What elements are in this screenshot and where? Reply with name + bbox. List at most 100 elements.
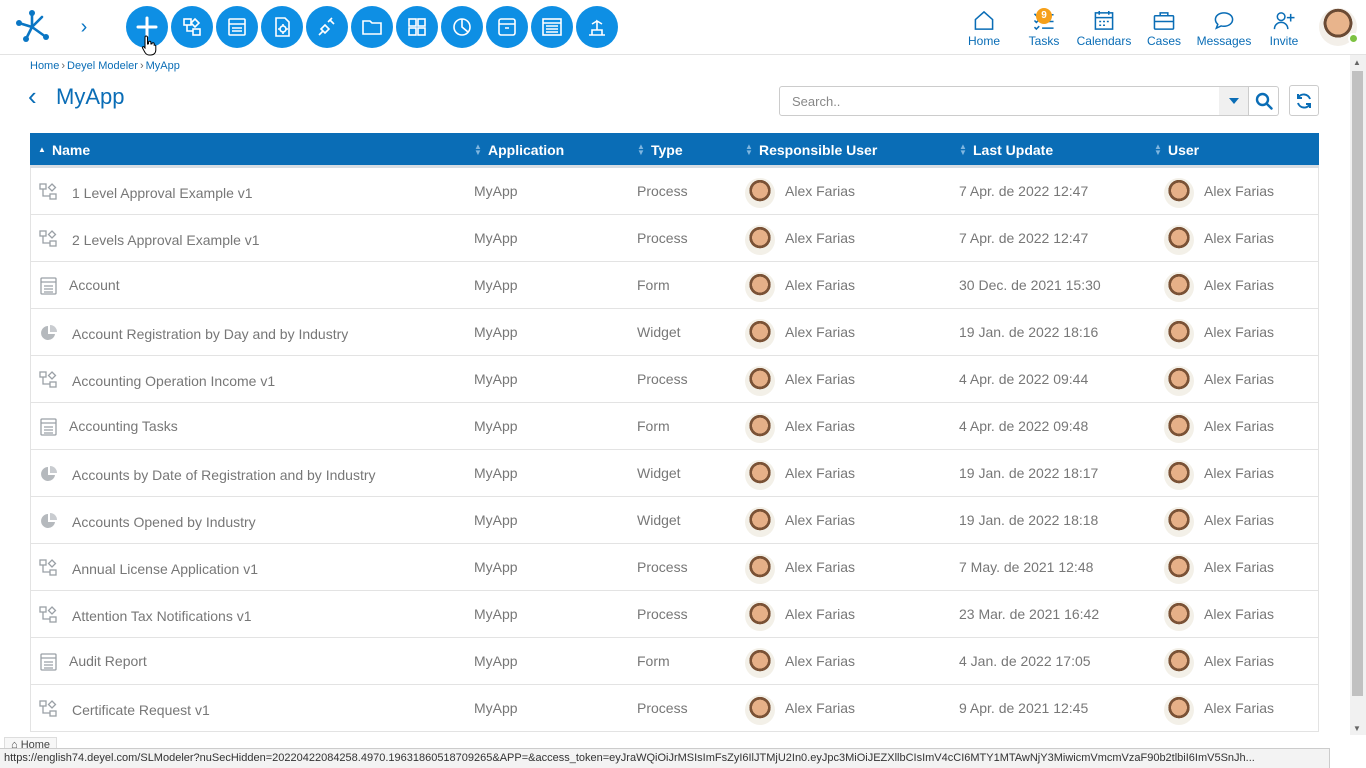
table-row[interactable]: Accounts Opened by Industry MyApp Widget Al… xyxy=(30,497,1319,544)
responsible-user-avatar xyxy=(745,225,775,255)
nav-home[interactable]: Home xyxy=(954,8,1014,48)
nav-calendars[interactable]: Calendars xyxy=(1074,8,1134,48)
breadcrumb-separator: › xyxy=(139,60,144,72)
row-name[interactable]: Attention Tax Notifications v1 xyxy=(72,608,252,624)
message-bubble-icon xyxy=(1214,12,1234,30)
new-dashboard-button[interactable] xyxy=(396,6,438,48)
breadcrumb-myapp[interactable]: MyApp xyxy=(146,60,180,72)
row-user: Alex Farias xyxy=(1204,230,1275,246)
row-user: Alex Farias xyxy=(1204,559,1275,575)
row-name[interactable]: Accounting Operation Income v1 xyxy=(72,373,275,389)
sort-icon: ▲ ▼ xyxy=(745,142,753,157)
table-row[interactable]: Accounts by Date of Registration and by … xyxy=(30,450,1319,497)
new-folder-button[interactable] xyxy=(351,6,393,48)
new-widget-button[interactable] xyxy=(441,6,483,48)
row-last-update: 7 Apr. de 2022 12:47 xyxy=(959,230,1089,246)
nav-invite[interactable]: Invite xyxy=(1254,8,1314,48)
column-header-responsible-user[interactable]: ▲ ▼ Responsible User xyxy=(745,142,877,158)
row-user: Alex Farias xyxy=(1204,277,1275,293)
process-icon xyxy=(39,230,59,248)
vertical-scrollbar[interactable]: ▲ ▼ xyxy=(1350,55,1366,735)
scroll-down-arrow-icon[interactable]: ▼ xyxy=(1353,724,1361,733)
form-icon xyxy=(39,653,59,671)
table-row[interactable]: Account MyApp Form Alex Farias 30 Dec. de 20… xyxy=(30,262,1319,309)
table-row[interactable]: Attention Tax Notifications v1 MyApp Proce… xyxy=(30,591,1319,638)
refresh-button[interactable] xyxy=(1289,85,1319,116)
breadcrumb-deyel-modeler[interactable]: Deyel Modeler xyxy=(67,60,138,72)
column-user-label: User xyxy=(1168,142,1200,158)
process-icon xyxy=(39,371,59,389)
table-row[interactable]: Accounting Operation Income v1 MyApp Proce… xyxy=(30,356,1319,403)
table-row[interactable]: 2 Levels Approval Example v1 MyApp Process… xyxy=(30,215,1319,262)
new-report-button[interactable] xyxy=(531,6,573,48)
search-icon xyxy=(1255,92,1273,110)
row-last-update: 4 Apr. de 2022 09:48 xyxy=(959,418,1089,434)
nav-cases[interactable]: Cases xyxy=(1134,8,1194,48)
column-header-type[interactable]: ▲ ▼ Type xyxy=(637,142,683,158)
row-last-update: 30 Dec. de 2021 15:30 xyxy=(959,277,1101,293)
nav-tasks[interactable]: 9 Tasks xyxy=(1014,8,1074,48)
row-name[interactable]: Accounts Opened by Industry xyxy=(72,514,256,530)
row-user: Alex Farias xyxy=(1204,324,1275,340)
row-last-update: 19 Jan. de 2022 18:18 xyxy=(959,512,1099,528)
row-name[interactable]: 1 Level Approval Example v1 xyxy=(72,185,253,201)
online-status-indicator xyxy=(1348,33,1359,44)
search-button[interactable] xyxy=(1249,86,1279,116)
deyel-logo-icon[interactable] xyxy=(14,9,50,45)
user-avatar xyxy=(1164,366,1194,396)
row-last-update: 19 Jan. de 2022 18:17 xyxy=(959,465,1099,481)
breadcrumb-home[interactable]: Home xyxy=(30,60,59,72)
caret-down-icon xyxy=(1228,98,1239,104)
back-chevron-icon[interactable]: ‹ xyxy=(28,83,37,109)
row-application: MyApp xyxy=(474,653,518,669)
row-name[interactable]: Account xyxy=(69,277,120,293)
row-name[interactable]: Annual License Application v1 xyxy=(72,561,258,577)
scrollbar-thumb[interactable] xyxy=(1352,71,1363,696)
table-row[interactable]: Annual License Application v1 MyApp Proces… xyxy=(30,544,1319,591)
nav-messages[interactable]: Messages xyxy=(1194,8,1254,48)
table-row[interactable]: 1 Level Approval Example v1 MyApp Process A… xyxy=(30,168,1319,215)
scroll-up-arrow-icon[interactable]: ▲ xyxy=(1353,58,1361,67)
row-name[interactable]: Accounting Tasks xyxy=(69,418,178,434)
new-form-button[interactable] xyxy=(216,6,258,48)
status-bar-url: https://english74.deyel.com/SLModeler?nu… xyxy=(0,748,1330,768)
table-row[interactable]: Audit Report MyApp Form Alex Farias 4 Jan. d… xyxy=(30,638,1319,685)
column-header-last-update[interactable]: ▲ ▼ Last Update xyxy=(959,142,1053,158)
row-name[interactable]: Accounts by Date of Registration and by … xyxy=(72,467,376,483)
column-header-application[interactable]: ▲ ▼ Application xyxy=(474,142,564,158)
table-row[interactable]: Accounting Tasks MyApp Form Alex Farias 4 Ap… xyxy=(30,403,1319,450)
row-user: Alex Farias xyxy=(1204,418,1275,434)
table-row[interactable]: Certificate Request v1 MyApp Process Alex F… xyxy=(30,685,1319,732)
breadcrumb: Home › Deyel Modeler › MyApp xyxy=(30,60,180,72)
row-name[interactable]: Certificate Request v1 xyxy=(72,702,210,718)
search-input[interactable] xyxy=(779,86,1220,116)
column-last-update-label: Last Update xyxy=(973,142,1054,158)
table-body: 1 Level Approval Example v1 MyApp Process A… xyxy=(30,168,1319,732)
row-name[interactable]: Audit Report xyxy=(69,653,147,669)
column-type-label: Type xyxy=(651,142,683,158)
table-row[interactable]: Account Registration by Day and by Indus… xyxy=(30,309,1319,356)
report-icon xyxy=(542,18,562,36)
nav-cases-label: Cases xyxy=(1146,34,1181,48)
user-avatar xyxy=(1164,460,1194,490)
column-header-user[interactable]: ▲ ▼ User xyxy=(1154,142,1199,158)
home-icon xyxy=(974,10,994,30)
new-model-button[interactable] xyxy=(576,6,618,48)
row-type: Widget xyxy=(637,465,681,481)
row-application: MyApp xyxy=(474,700,518,716)
widget-icon xyxy=(39,465,59,483)
row-type: Widget xyxy=(637,512,681,528)
breadcrumb-separator: › xyxy=(61,60,66,72)
new-rule-button[interactable] xyxy=(261,6,303,48)
top-bar: › Home 9 Tasks Calendars Cases Messages … xyxy=(0,0,1366,56)
row-name[interactable]: Account Registration by Day and by Indus… xyxy=(72,326,348,342)
expand-menu-chevron-icon[interactable]: › xyxy=(72,14,96,40)
search-options-dropdown[interactable] xyxy=(1219,86,1249,116)
row-name[interactable]: 2 Levels Approval Example v1 xyxy=(72,232,260,248)
new-archive-button[interactable] xyxy=(486,6,528,48)
user-avatar xyxy=(1164,648,1194,678)
new-integration-button[interactable] xyxy=(306,6,348,48)
column-header-name[interactable]: ▲ Name xyxy=(38,142,90,158)
refresh-icon xyxy=(1297,92,1311,109)
new-process-button[interactable] xyxy=(171,6,213,48)
